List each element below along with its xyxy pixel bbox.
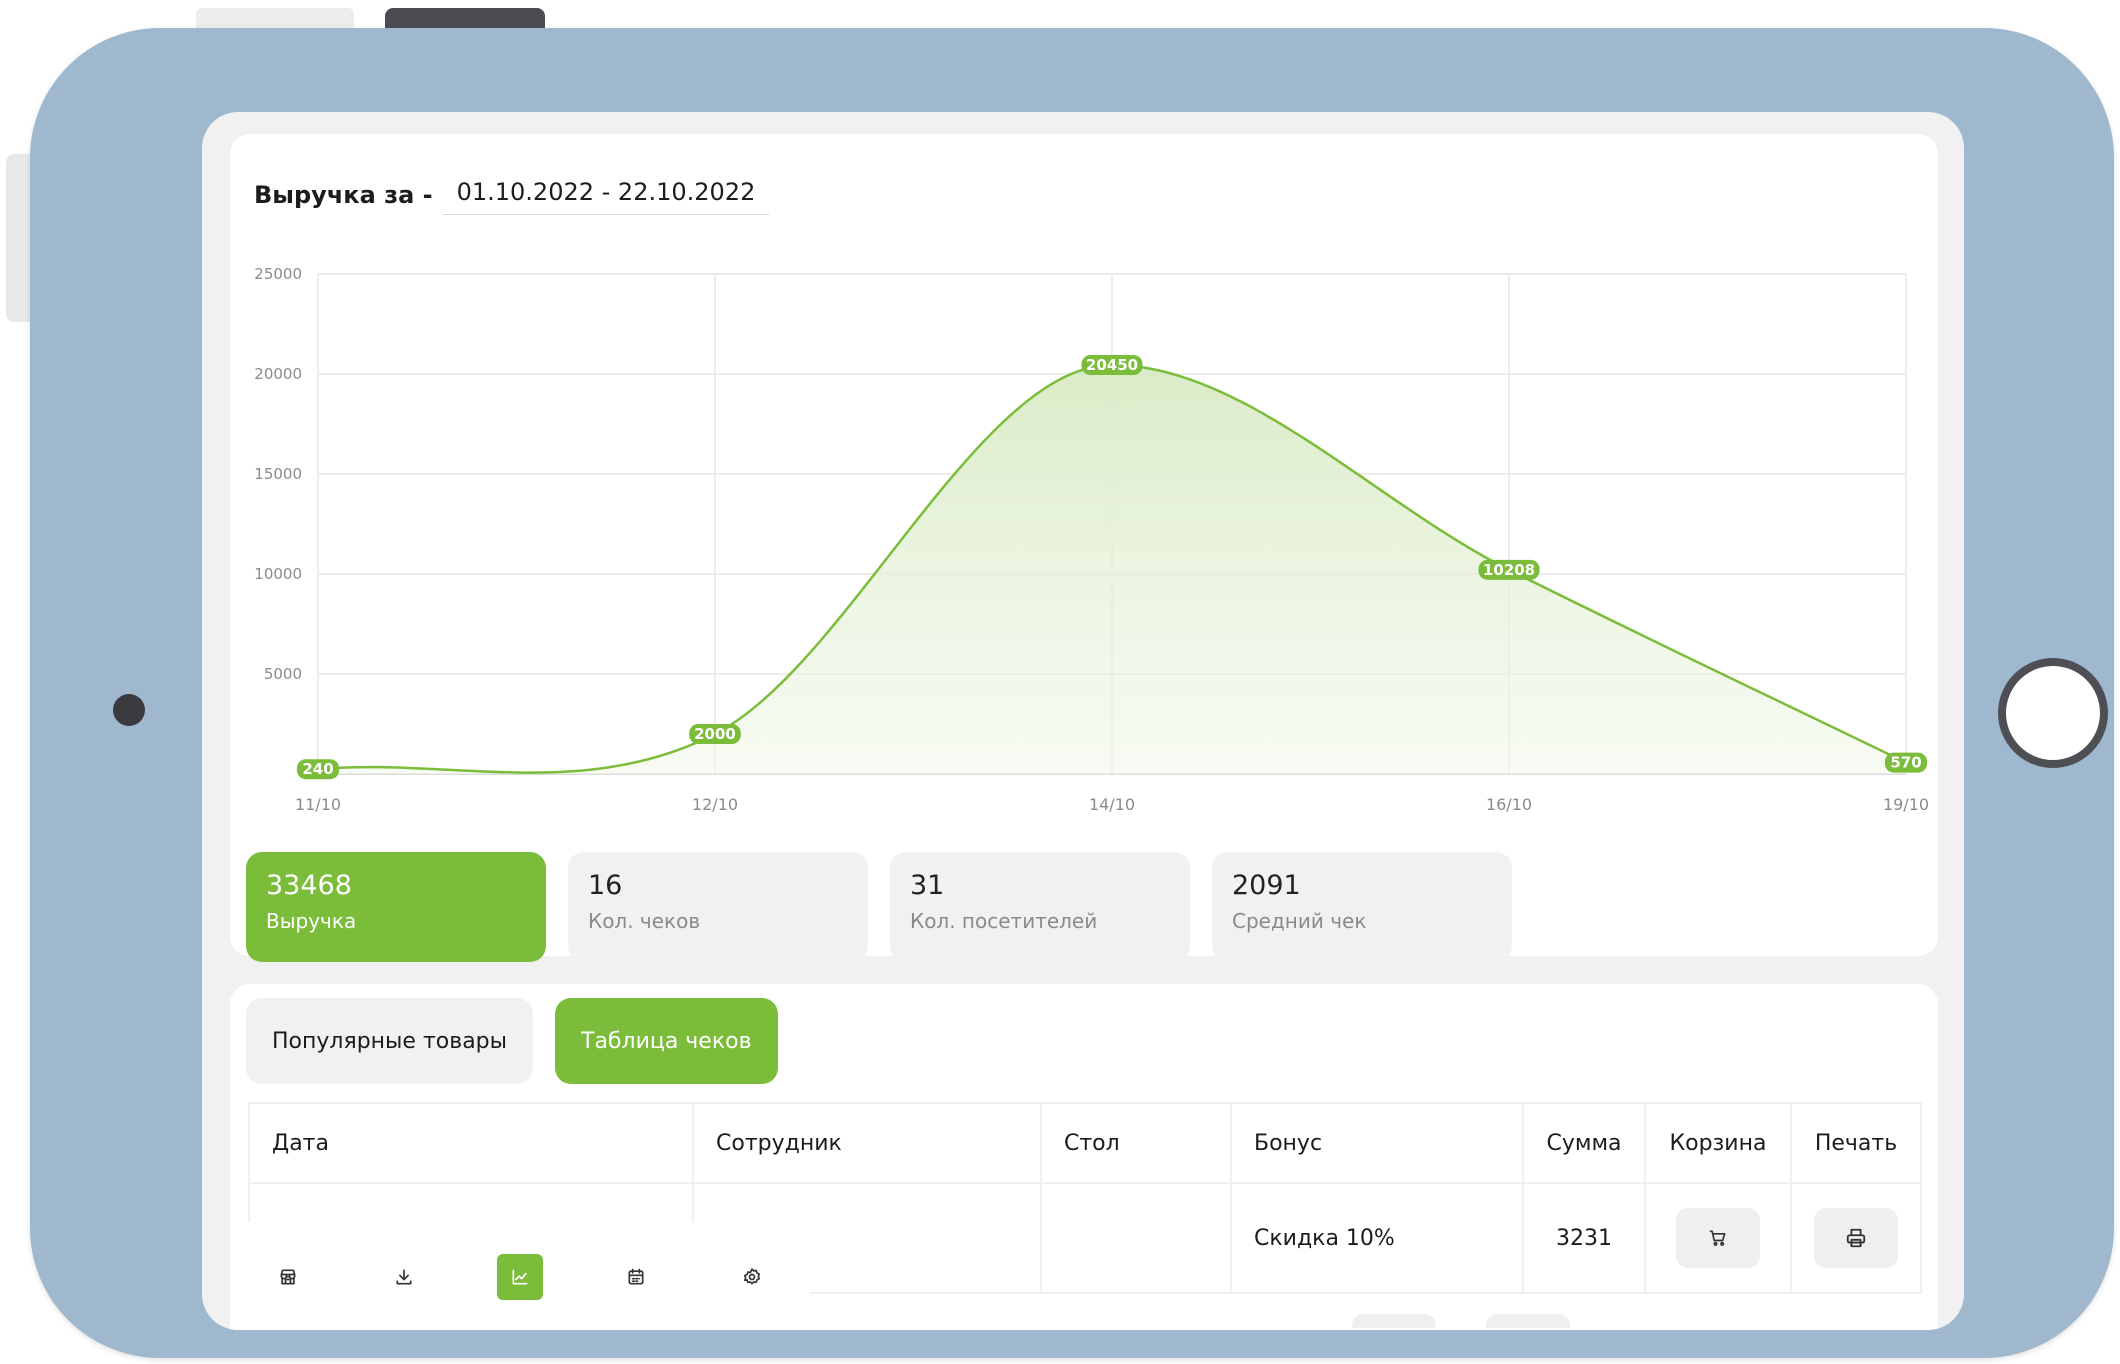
store-icon bbox=[280, 1269, 296, 1285]
data-label: 240 bbox=[296, 759, 340, 780]
stat-value: 2091 bbox=[1232, 870, 1301, 901]
y-axis: 25000 20000 15000 10000 5000 bbox=[254, 265, 302, 683]
stat-label: Средний чек bbox=[1232, 909, 1367, 933]
col-employee: Сотрудник bbox=[692, 1102, 1042, 1184]
col-date: Дата bbox=[248, 1102, 694, 1184]
stat-label: Кол. посетителей bbox=[910, 909, 1098, 933]
x-tick-label: 12/10 bbox=[692, 795, 738, 814]
revenue-chart: 25000 20000 15000 10000 5000 11/10 12/10 14/10… bbox=[254, 265, 1929, 814]
nav-item-analytics[interactable] bbox=[462, 1254, 578, 1300]
x-tick-label: 14/10 bbox=[1089, 795, 1135, 814]
calendar-icon bbox=[628, 1268, 644, 1285]
cart-icon bbox=[1709, 1230, 1726, 1246]
printer-icon bbox=[1846, 1228, 1866, 1248]
data-label-text: 570 bbox=[1890, 754, 1921, 772]
screen: Выручка за - 01.10.2022 - 22.10.2022 250… bbox=[202, 112, 1964, 1330]
x-tick-label: 16/10 bbox=[1486, 795, 1532, 814]
nav-item-store[interactable] bbox=[230, 1254, 346, 1300]
chart-area bbox=[318, 365, 1906, 774]
stat-revenue[interactable]: 33468 Выручка bbox=[246, 852, 546, 962]
y-tick-label: 5000 bbox=[264, 665, 302, 683]
cell-print bbox=[1790, 1182, 1922, 1294]
y-tick-label: 20000 bbox=[254, 365, 302, 383]
y-tick-label: 15000 bbox=[254, 465, 302, 483]
x-tick-label: 19/10 bbox=[1883, 795, 1929, 814]
cell-cart bbox=[1644, 1182, 1792, 1294]
y-tick-label: 25000 bbox=[254, 265, 302, 283]
cell-bonus: Скидка 10% bbox=[1230, 1182, 1524, 1294]
x-tick-label: 11/10 bbox=[295, 795, 341, 814]
tablet-frame: Выручка за - 01.10.2022 - 22.10.2022 250… bbox=[30, 28, 2114, 1358]
stat-value: 31 bbox=[910, 870, 945, 901]
data-label-text: 240 bbox=[302, 760, 333, 778]
download-icon bbox=[396, 1269, 412, 1285]
stat-average-check[interactable]: 2091 Средний чек bbox=[1212, 852, 1512, 962]
stat-label: Выручка bbox=[266, 909, 357, 933]
col-bonus: Бонус bbox=[1230, 1102, 1524, 1184]
chart-icon bbox=[512, 1269, 528, 1285]
cart-button-next-row[interactable] bbox=[1352, 1314, 1436, 1328]
stat-label: Кол. чеков bbox=[588, 909, 701, 933]
data-label: 570 bbox=[1884, 752, 1928, 773]
x-axis: 11/10 12/10 14/10 16/10 19/10 bbox=[295, 795, 1929, 814]
data-label: 2000 bbox=[689, 724, 741, 744]
data-label: 10208 bbox=[1478, 559, 1540, 580]
print-button[interactable] bbox=[1814, 1208, 1898, 1268]
nav-item-settings[interactable] bbox=[694, 1254, 810, 1300]
data-label-text: 2000 bbox=[694, 725, 736, 743]
stats-row: 33468 Выручка 16 Кол. чеков 31 Кол. посе… bbox=[246, 852, 1512, 962]
revenue-card: Выручка за - 01.10.2022 - 22.10.2022 250… bbox=[230, 134, 1938, 962]
table-header-row: Дата Сотрудник Стол Бонус Сумма Корзина … bbox=[248, 1102, 1922, 1184]
col-cart: Корзина bbox=[1644, 1102, 1792, 1184]
data-label-text: 20450 bbox=[1086, 356, 1138, 374]
side-button bbox=[6, 154, 32, 322]
stat-visitors[interactable]: 31 Кол. посетителей bbox=[890, 852, 1190, 962]
col-sum: Сумма bbox=[1522, 1102, 1646, 1184]
col-print: Печать bbox=[1790, 1102, 1922, 1184]
col-table: Стол bbox=[1040, 1102, 1232, 1184]
y-tick-label: 10000 bbox=[254, 565, 302, 583]
settings-icon bbox=[744, 1268, 760, 1285]
tab-checks-table[interactable]: Таблица чеков bbox=[555, 998, 778, 1084]
print-button-next-row[interactable] bbox=[1486, 1314, 1570, 1328]
data-label-text: 10208 bbox=[1483, 561, 1535, 579]
stat-checks[interactable]: 16 Кол. чеков bbox=[568, 852, 868, 962]
data-label: 20450 bbox=[1081, 355, 1143, 375]
stat-value: 16 bbox=[588, 870, 623, 901]
cart-button[interactable] bbox=[1676, 1208, 1760, 1268]
cell-table bbox=[1040, 1182, 1232, 1294]
tabs: Популярные товары Таблица чеков bbox=[246, 998, 778, 1084]
stat-value: 33468 bbox=[266, 870, 352, 901]
cell-sum: 3231 bbox=[1522, 1182, 1646, 1294]
home-button[interactable] bbox=[1998, 658, 2108, 768]
nav-item-download[interactable] bbox=[346, 1254, 462, 1300]
nav-item-calendar[interactable] bbox=[578, 1254, 694, 1300]
camera bbox=[113, 694, 145, 726]
tab-popular-products[interactable]: Популярные товары bbox=[246, 998, 534, 1084]
bottom-nav bbox=[230, 1222, 810, 1330]
